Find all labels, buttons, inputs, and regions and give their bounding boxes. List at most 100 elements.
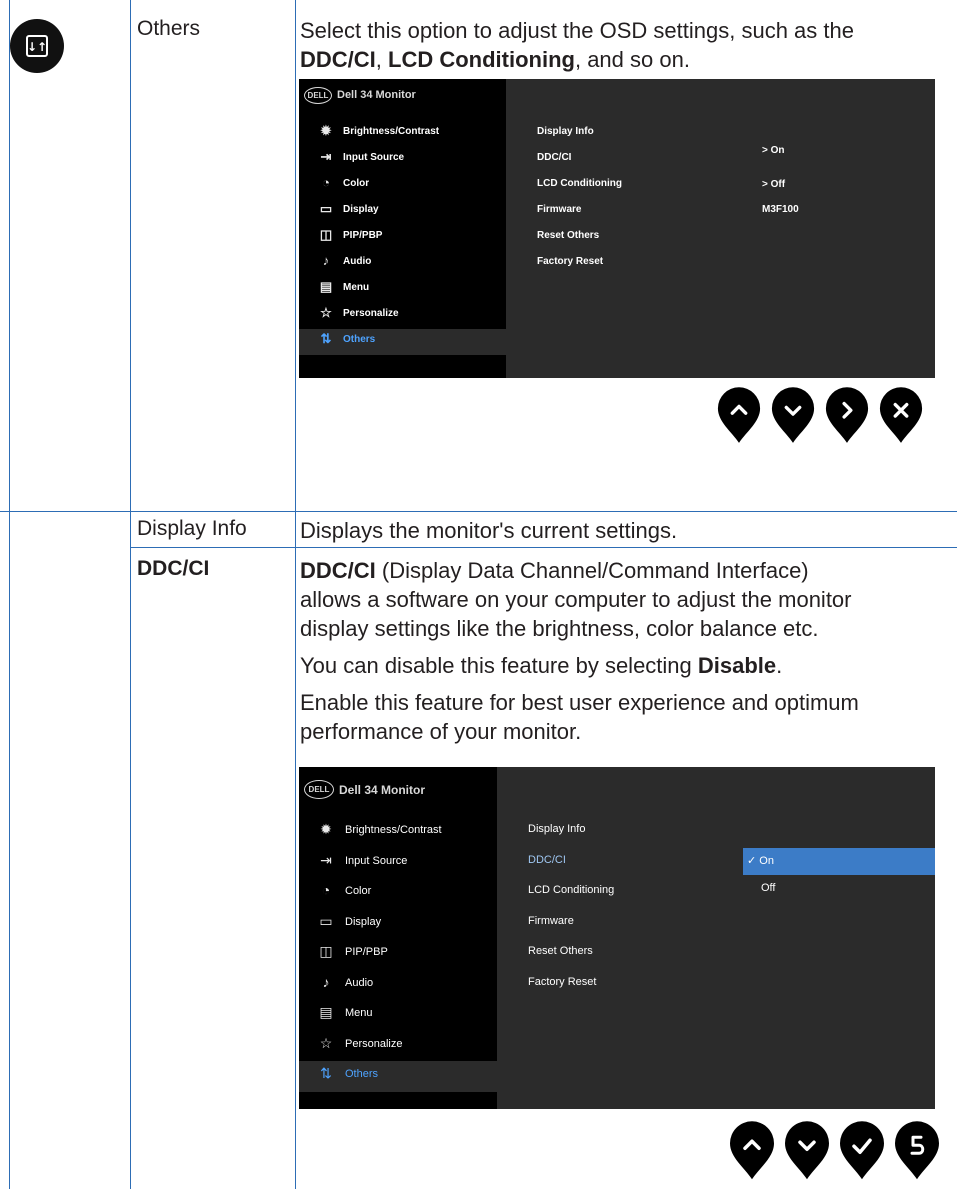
- right-icon[interactable]: [824, 387, 870, 443]
- osd-submenu-display-info[interactable]: Display Info: [528, 823, 585, 835]
- display-info-label: Display Info: [137, 517, 247, 540]
- osd-menu-label: Others: [345, 1068, 379, 1080]
- osd-screenshot-1: DELL Dell 34 Monitor ✹ Brightness/Contras…: [299, 79, 935, 378]
- audio-icon: ♪: [322, 253, 330, 268]
- dell-logo: DELL: [304, 87, 332, 104]
- table-left-border: [9, 0, 10, 1189]
- personalize-icon: ☆: [320, 305, 332, 320]
- osd-submenu-display-info[interactable]: Display Info: [537, 126, 594, 137]
- osd-menu-item-color[interactable]: ◔ Color: [299, 173, 506, 199]
- osd-menu-label: Personalize: [343, 308, 399, 319]
- osd-submenu-firmware[interactable]: Firmware: [528, 915, 574, 927]
- osd-menu-item-personalize[interactable]: ☆ Personalize: [299, 303, 506, 329]
- osd-menu-label: Display: [345, 915, 382, 928]
- osd-menu-item-display[interactable]: ▭ Display: [299, 199, 506, 225]
- ddcci-p1-rest: (Display Data Channel/Command Interface): [375, 558, 809, 583]
- osd-submenu-ddc-ci[interactable]: DDC/CI: [528, 854, 566, 866]
- ddcci-p3-line1: Enable this feature for best user experi…: [300, 690, 859, 715]
- col2-divider: [295, 0, 296, 1189]
- col1-divider: [130, 0, 131, 1189]
- osd-menu-label: Audio: [343, 256, 372, 267]
- osd-nav-buttons-1: [716, 387, 936, 447]
- osd-menu-item-brightness-contrast[interactable]: ✹ Brightness/Contrast: [299, 817, 497, 848]
- ddcci-p2-end: .: [776, 653, 783, 678]
- osd-menu-item-display[interactable]: ▭ Display: [299, 909, 497, 940]
- osd-menu-item-menu[interactable]: ▤ Menu: [299, 277, 506, 303]
- osd-menu-item-others[interactable]: ⇅ Others: [299, 1061, 497, 1092]
- osd-menu-label: Color: [345, 885, 372, 897]
- osd-submenu-reset-others[interactable]: Reset Others: [528, 945, 593, 957]
- svg-text:↓↑: ↓↑: [27, 40, 47, 54]
- firmware-value: M3F100: [762, 204, 799, 215]
- back-icon[interactable]: [893, 1121, 941, 1180]
- osd-title: Dell 34 Monitor: [339, 783, 426, 797]
- osd-submenu-lcd-conditioning[interactable]: LCD Conditioning: [528, 884, 614, 896]
- menu-icon: ▤: [319, 1004, 333, 1020]
- osd-menu-item-menu[interactable]: ▤ Menu: [299, 1000, 497, 1031]
- up-icon[interactable]: [716, 387, 762, 443]
- osd-menu-label: Brightness/Contrast: [345, 824, 442, 836]
- ddcci-description: DDC/CI (Display Data Channel/Command Int…: [300, 556, 948, 746]
- osd-submenu-factory-reset[interactable]: Factory Reset: [528, 976, 596, 988]
- color-icon: ◔: [322, 175, 330, 190]
- osd-submenu-factory-reset[interactable]: Factory Reset: [537, 256, 603, 267]
- personalize-icon: ☆: [319, 1034, 333, 1051]
- lcd-value: > Off: [762, 179, 786, 190]
- osd-menu-item-others[interactable]: ⇅ Others: [299, 329, 506, 355]
- osd-menu-item-input-source[interactable]: ⇥ Input Source: [299, 848, 497, 879]
- desc-end: , and so on.: [574, 47, 690, 72]
- osd-menu-label: Input Source: [345, 854, 408, 867]
- osd-menu-item-pip-pbp[interactable]: ◫ PIP/PBP: [299, 939, 497, 970]
- ddcci-p3-line2: performance of your monitor.: [300, 719, 582, 744]
- brightness-icon: ✹: [320, 821, 332, 837]
- others-label: Others: [137, 17, 201, 40]
- ddcci-bold: DDC/CI: [300, 47, 376, 72]
- osd-menu-item-personalize[interactable]: ☆ Personalize: [299, 1031, 497, 1062]
- osd-menu-item-audio[interactable]: ♪ Audio: [299, 251, 506, 277]
- display-info-description: Displays the monitor's current settings.: [300, 518, 678, 543]
- ddcci-p2: You can disable this feature by selectin…: [300, 651, 948, 680]
- osd-menu-label: Color: [343, 178, 370, 189]
- osd-menu-item-brightness-contrast[interactable]: ✹ Brightness/Contrast: [299, 121, 506, 147]
- disable-bold: Disable: [697, 653, 777, 678]
- osd-submenu-ddc-ci[interactable]: DDC/CI: [537, 152, 571, 163]
- brightness-icon: ✹: [320, 123, 332, 138]
- up-icon[interactable]: [728, 1121, 776, 1180]
- osd-menu-item-audio[interactable]: ♪ Audio: [299, 970, 497, 1001]
- ddcci-label: DDC/CI: [137, 557, 209, 581]
- color-icon: ◔: [321, 882, 331, 898]
- down-icon[interactable]: [783, 1121, 831, 1180]
- ddcci-on-option[interactable]: ✓ On: [747, 854, 774, 867]
- ddcci-label-text: DDC/CI: [137, 557, 210, 580]
- ddcci-p1-line3: display settings like the brightness, co…: [300, 616, 819, 641]
- osd-screenshot-2: DELL Dell 34 Monitor ✹ Brightness/Contras…: [299, 767, 935, 1109]
- osd-submenu-firmware[interactable]: Firmware: [537, 204, 581, 215]
- ddcci-p2-text: You can disable this feature by selectin…: [300, 653, 698, 678]
- osd-menu-item-color[interactable]: ◔ Color: [299, 878, 497, 909]
- others-icon: ⇅: [320, 331, 332, 346]
- input-source-icon: ⇥: [320, 149, 332, 164]
- others-desc-line1: Select this option to adjust the OSD set…: [300, 18, 854, 43]
- others-description: Select this option to adjust the OSD set…: [300, 16, 948, 74]
- menu-icon: ▤: [319, 279, 333, 294]
- ddcci-p1-bold: DDC/CI: [300, 558, 376, 583]
- osd-menu-label: Others: [343, 334, 376, 345]
- close-icon[interactable]: [878, 387, 924, 443]
- ddcci-value: > On: [762, 145, 785, 156]
- down-icon[interactable]: [770, 387, 816, 443]
- osd-menu-label: Menu: [345, 1007, 373, 1019]
- check-icon[interactable]: [838, 1121, 886, 1180]
- osd-menu-item-input-source[interactable]: ⇥ Input Source: [299, 147, 506, 173]
- ddcci-off-option[interactable]: Off: [761, 882, 775, 894]
- osd-menu-label: Input Source: [343, 152, 405, 163]
- lcd-conditioning-bold: LCD Conditioning: [388, 47, 575, 72]
- osd-menu-label: Menu: [343, 282, 370, 293]
- osd-menu-label: Personalize: [345, 1037, 403, 1050]
- audio-icon: ♪: [322, 973, 330, 990]
- osd-submenu-lcd-conditioning[interactable]: LCD Conditioning: [537, 178, 622, 189]
- osd-menu-item-pip-pbp[interactable]: ◫ PIP/PBP: [299, 225, 506, 251]
- osd-menu-label: PIP/PBP: [343, 230, 383, 241]
- input-source-icon: ⇥: [320, 851, 332, 868]
- osd-submenu-reset-others[interactable]: Reset Others: [537, 230, 599, 241]
- ddcci-p1-line2: allows a software on your computer to ad…: [300, 587, 852, 612]
